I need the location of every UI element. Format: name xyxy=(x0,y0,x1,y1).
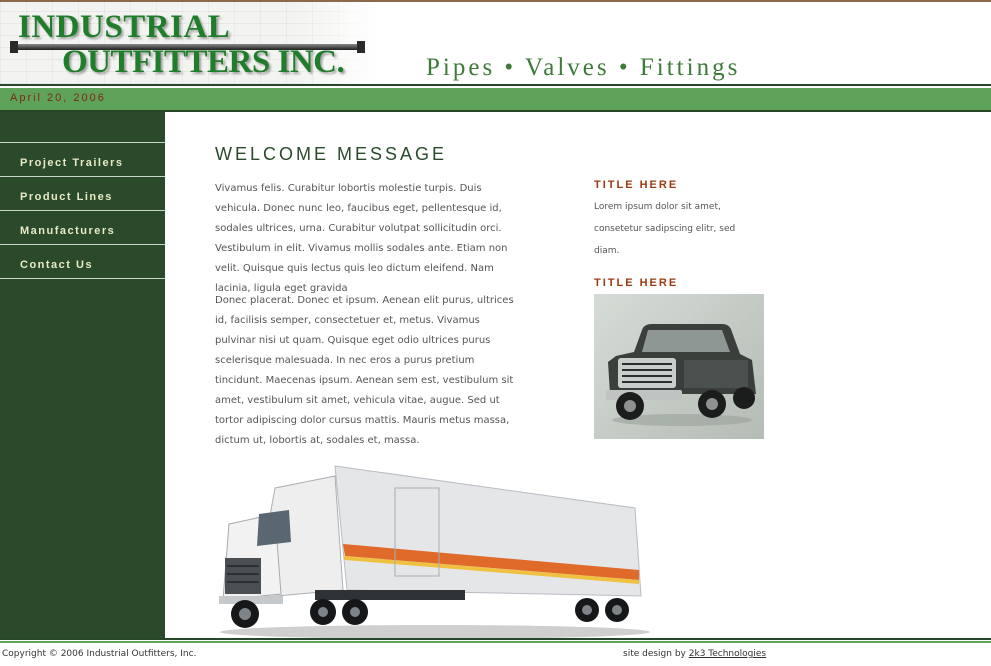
semi-truck-icon xyxy=(219,465,650,639)
sidebar: Project Trailers Product Lines Manufactu… xyxy=(0,112,165,638)
main-content: WELCOME MESSAGE Vivamus felis. Curabitur… xyxy=(165,112,991,639)
sidebar-item-product-lines[interactable]: Product Lines xyxy=(0,177,165,211)
sidebar-item-contact-us[interactable]: Contact Us xyxy=(0,245,165,279)
semi-truck-image xyxy=(215,462,655,642)
copyright-text: Copyright © 2006 Industrial Outfitters, … xyxy=(2,649,197,659)
side-block-1-text: Lorem ipsum dolor sit amet, consetetur s… xyxy=(594,202,736,256)
page-title: WELCOME MESSAGE xyxy=(215,144,448,164)
logo-text-line2: OUTFITTERS INC. xyxy=(62,44,345,80)
sidebar-item-label: Project Trailers xyxy=(20,157,124,169)
side-block-2-title: TITLE HERE xyxy=(594,277,679,289)
sidebar-item-label: Contact Us xyxy=(20,259,94,271)
company-logo[interactable]: INDUSTRIAL OUTFITTERS INC. xyxy=(10,10,370,80)
sidebar-item-manufacturers[interactable]: Manufacturers xyxy=(0,211,165,245)
side-block-1-title: TITLE HERE xyxy=(594,179,679,191)
pipe-cap-right xyxy=(357,41,365,53)
welcome-paragraph-1: Vivamus felis. Curabitur lobortis molest… xyxy=(215,183,508,294)
footer-divider xyxy=(0,638,991,640)
current-date: April 20, 2006 xyxy=(10,92,106,104)
site-tagline: Pipes • Valves • Fittings xyxy=(426,54,741,81)
sidebar-nav: Project Trailers Product Lines Manufactu… xyxy=(0,142,165,279)
site-credit: site design by 2k3 Technologies xyxy=(623,649,766,659)
pickup-truck-icon xyxy=(606,324,756,426)
header-divider xyxy=(0,84,991,86)
sidebar-item-label: Product Lines xyxy=(20,191,113,203)
pipe-cap-left xyxy=(10,41,18,53)
credit-link[interactable]: 2k3 Technologies xyxy=(689,649,766,659)
date-bar: April 20, 2006 xyxy=(0,88,991,110)
logo-text-line1: INDUSTRIAL xyxy=(18,9,231,45)
pickup-truck-image xyxy=(594,294,764,439)
footer-accent-line xyxy=(0,641,991,643)
site-header: INDUSTRIAL OUTFITTERS INC. Pipes • Valve… xyxy=(0,2,991,84)
sidebar-item-project-trailers[interactable]: Project Trailers xyxy=(0,143,165,177)
credit-prefix: site design by xyxy=(623,649,686,659)
welcome-paragraph-2: Donec placerat. Donec et ipsum. Aenean e… xyxy=(215,295,514,446)
sidebar-item-label: Manufacturers xyxy=(20,225,116,237)
